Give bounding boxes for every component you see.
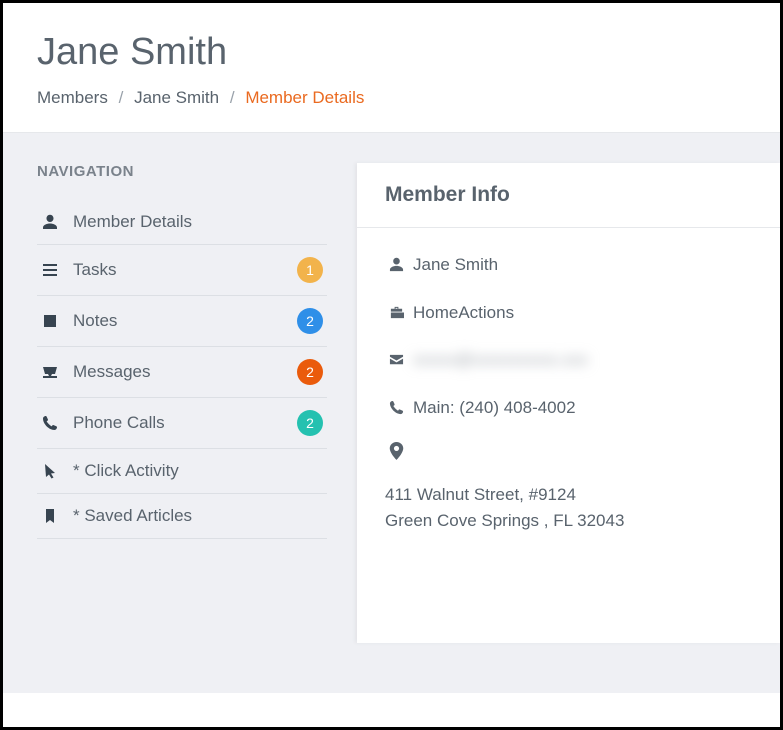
- member-name: Jane Smith: [413, 252, 498, 278]
- nav-item-saved-articles[interactable]: * Saved Articles: [37, 493, 327, 539]
- member-phone: Main: (240) 408-4002: [413, 395, 576, 421]
- breadcrumb-sep: /: [230, 88, 235, 107]
- member-company: HomeActions: [413, 300, 514, 326]
- info-row-name: Jane Smith: [385, 252, 752, 278]
- sidebar: NAVIGATION Member Details Tasks 1 Note: [37, 163, 357, 643]
- badge-messages: 2: [297, 359, 323, 385]
- nav-label: * Saved Articles: [73, 506, 323, 526]
- nav-item-click-activity[interactable]: * Click Activity: [37, 448, 327, 493]
- address-line2: Green Cove Springs , FL 32043: [385, 508, 752, 534]
- nav-list: Member Details Tasks 1 Notes 2: [37, 200, 327, 539]
- note-icon: [37, 313, 63, 329]
- user-icon: [385, 257, 407, 272]
- breadcrumb-sep: /: [119, 88, 124, 107]
- address-block: 411 Walnut Street, #9124 Green Cove Spri…: [385, 482, 752, 533]
- nav-label: Messages: [73, 362, 297, 382]
- nav-item-tasks[interactable]: Tasks 1: [37, 244, 327, 295]
- badge-notes: 2: [297, 308, 323, 334]
- member-info-panel: Member Info Jane Smith HomeActions xxxxx…: [357, 163, 780, 643]
- user-icon: [37, 214, 63, 230]
- nav-item-notes[interactable]: Notes 2: [37, 295, 327, 346]
- inbox-icon: [37, 364, 63, 380]
- phone-icon: [385, 400, 407, 415]
- sidebar-title: NAVIGATION: [37, 163, 327, 180]
- info-row-phone: Main: (240) 408-4002: [385, 395, 752, 421]
- badge-tasks: 1: [297, 257, 323, 283]
- breadcrumb-members[interactable]: Members: [37, 88, 108, 107]
- bookmark-icon: [37, 508, 63, 524]
- nav-label: Member Details: [73, 212, 323, 232]
- page-title: Jane Smith: [37, 31, 746, 74]
- tasks-icon: [37, 262, 63, 278]
- cursor-icon: [37, 463, 63, 479]
- nav-item-member-details[interactable]: Member Details: [37, 200, 327, 244]
- address-line1: 411 Walnut Street, #9124: [385, 482, 752, 508]
- panel-body: Jane Smith HomeActions xxxxx@xxxxxxxxxx.…: [357, 228, 780, 557]
- nav-label: * Click Activity: [73, 461, 323, 481]
- breadcrumb-current: Member Details: [245, 88, 364, 107]
- info-row-email: xxxxx@xxxxxxxxxx.xxx: [385, 347, 752, 373]
- nav-label: Tasks: [73, 260, 297, 280]
- map-marker-icon: [385, 442, 407, 460]
- badge-phone-calls: 2: [297, 410, 323, 436]
- content-area: NAVIGATION Member Details Tasks 1 Note: [3, 133, 780, 693]
- info-row-company: HomeActions: [385, 300, 752, 326]
- breadcrumb-member-name[interactable]: Jane Smith: [134, 88, 219, 107]
- breadcrumb: Members / Jane Smith / Member Details: [37, 88, 746, 108]
- nav-item-messages[interactable]: Messages 2: [37, 346, 327, 397]
- nav-label: Notes: [73, 311, 297, 331]
- envelope-icon: [385, 352, 407, 367]
- nav-item-phone-calls[interactable]: Phone Calls 2: [37, 397, 327, 448]
- nav-label: Phone Calls: [73, 413, 297, 433]
- page-header: Jane Smith Members / Jane Smith / Member…: [3, 3, 780, 133]
- member-email: xxxxx@xxxxxxxxxx.xxx: [413, 347, 588, 373]
- info-row-address: [385, 442, 752, 460]
- briefcase-icon: [385, 305, 407, 320]
- phone-icon: [37, 415, 63, 431]
- panel-title: Member Info: [357, 163, 780, 228]
